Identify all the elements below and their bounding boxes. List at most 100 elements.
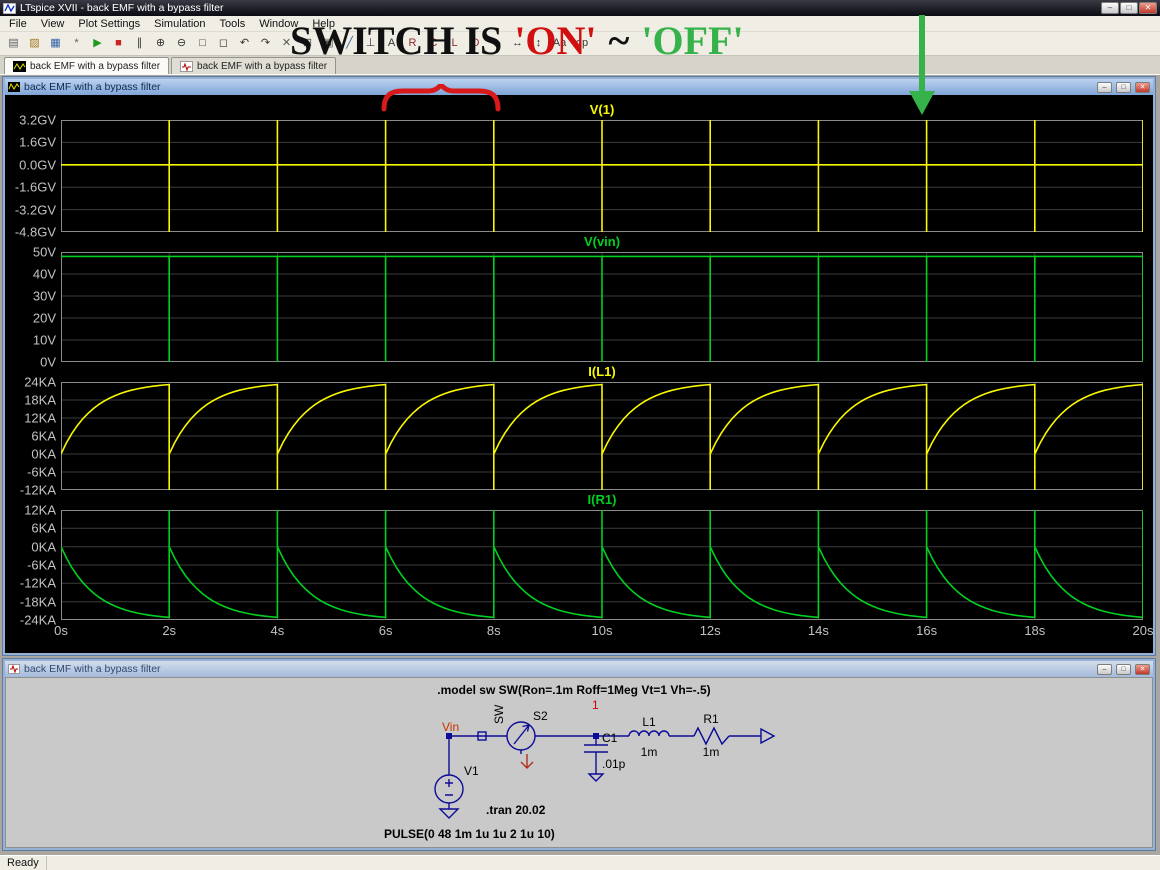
halt-icon[interactable]: ■ [108, 34, 129, 53]
y-tick: -4.8GV [14, 224, 56, 240]
new-schematic-icon[interactable]: ▤ [3, 34, 24, 53]
resistor-value-label[interactable]: 1m [703, 745, 720, 759]
pane-1: 3.2GV 1.6GV 0.0GV -1.6GV -3.2GV -4.8GV [5, 113, 1153, 240]
zoom-full-icon[interactable]: ◻ [213, 34, 234, 53]
schematic-canvas[interactable]: .model sw SW(Ron=.1m Roff=1Meg Vt=1 Vh=-… [6, 678, 1154, 849]
capacitor-name-label[interactable]: C1 [602, 731, 618, 745]
ground-icon[interactable]: ⊥ [360, 34, 381, 53]
waveform-minimize-button[interactable]: – [1097, 81, 1112, 93]
inductor-icon[interactable]: L [444, 34, 465, 53]
capacitor-value-label[interactable]: .01p [602, 757, 626, 771]
inductor-name-label[interactable]: L1 [642, 715, 656, 729]
y-axis-labels: 3.2GV 1.6GV 0.0GV -1.6GV -3.2GV -4.8GV [5, 113, 61, 240]
waveform-window-icon [8, 82, 20, 92]
net-label-vin[interactable]: Vin [442, 720, 459, 734]
status-bar: Ready [0, 855, 1160, 870]
move-icon[interactable]: ↔ [507, 34, 528, 53]
tran-directive[interactable]: .tran 20.02 [486, 803, 546, 817]
redo-icon[interactable]: ↷ [255, 34, 276, 53]
menu-item-plot-settings[interactable]: Plot Settings [71, 17, 147, 31]
y-tick: 20V [32, 310, 56, 326]
pane-plot-3[interactable] [61, 382, 1143, 490]
x-tick: 12s [699, 623, 721, 638]
component-icon[interactable]: ◇ [486, 34, 507, 53]
waveform-maximize-button[interactable]: □ [1116, 81, 1131, 93]
schematic-close-button[interactable]: ✕ [1135, 663, 1150, 675]
tab-bar: back EMF with a bypass filter back EMF w… [0, 56, 1160, 75]
capacitor-symbol[interactable] [584, 744, 608, 753]
pane-title-4[interactable]: I(R1) [61, 490, 1143, 510]
cut-icon[interactable]: ✕ [276, 34, 297, 53]
pulse-directive[interactable]: PULSE(0 48 1m 1u 1u 2 1u 10) [384, 827, 555, 841]
save-icon[interactable]: ▦ [45, 34, 66, 53]
pane-title-2[interactable]: V(vin) [61, 232, 1143, 252]
inductor-symbol[interactable] [628, 730, 670, 737]
y-tick: 6KA [31, 428, 56, 444]
tab-schematic[interactable]: back EMF with a bypass filter [171, 57, 337, 74]
schematic-minimize-button[interactable]: – [1097, 663, 1112, 675]
switch-type-label[interactable]: SW [492, 704, 506, 724]
y-tick: 1.6GV [19, 134, 56, 150]
capacitor-icon[interactable]: C [423, 34, 444, 53]
y-tick: 40V [32, 266, 56, 282]
inductor-value-label[interactable]: 1m [641, 745, 658, 759]
resistor-icon[interactable]: R [402, 34, 423, 53]
schematic-window-titlebar[interactable]: back EMF with a bypass filter – □ ✕ [5, 661, 1153, 677]
voltage-source-symbol[interactable] [434, 774, 464, 804]
pane-2: 50V 40V 30V 20V 10V 0V [5, 245, 1153, 370]
open-file-icon[interactable]: ▨ [24, 34, 45, 53]
menu-item-file[interactable]: File [2, 17, 34, 31]
pane-title-1[interactable]: V(1) [61, 100, 1143, 120]
net-label-icon[interactable]: A [381, 34, 402, 53]
paste-icon[interactable]: ▣ [318, 34, 339, 53]
menu-item-simulation[interactable]: Simulation [147, 17, 212, 31]
switch-name-label[interactable]: S2 [533, 709, 548, 723]
pane-plot-2[interactable] [61, 252, 1143, 362]
menu-item-window[interactable]: Window [252, 17, 305, 31]
run-icon[interactable]: ▶ [87, 34, 108, 53]
undo-icon[interactable]: ↶ [234, 34, 255, 53]
minimize-button[interactable]: – [1101, 2, 1119, 14]
window-controls: – □ ✕ [1101, 2, 1157, 14]
source-name-label[interactable]: V1 [464, 764, 479, 778]
control-panel-icon[interactable]: * [66, 34, 87, 53]
menu-item-view[interactable]: View [34, 17, 72, 31]
maximize-button[interactable]: □ [1120, 2, 1138, 14]
pane-plot-1[interactable] [61, 120, 1143, 232]
pane-title-3[interactable]: I(L1) [61, 362, 1143, 382]
schematic-maximize-button[interactable]: □ [1116, 663, 1131, 675]
zoom-out-icon[interactable]: ⊖ [171, 34, 192, 53]
close-button[interactable]: ✕ [1139, 2, 1157, 14]
resistor-symbol[interactable] [693, 726, 730, 746]
y-tick: -1.6GV [14, 179, 56, 195]
waveform-window-titlebar[interactable]: back EMF with a bypass filter – □ ✕ [5, 79, 1153, 95]
menu-item-help[interactable]: Help [305, 17, 342, 31]
tab-waveform[interactable]: back EMF with a bypass filter [4, 57, 170, 74]
spice-directive-icon[interactable]: .op [570, 34, 591, 53]
pane-plot-4[interactable] [61, 510, 1143, 620]
schematic-window-icon [8, 664, 20, 674]
waveform-close-button[interactable]: ✕ [1135, 81, 1150, 93]
y-tick: 18KA [24, 392, 56, 408]
menu-item-tools[interactable]: Tools [213, 17, 253, 31]
waveform-plot-area[interactable]: V(1) 3.2GV 1.6GV 0.0GV -1.6GV -3.2GV -4.8GV V(v… [5, 95, 1153, 653]
zoom-area-icon[interactable]: □ [192, 34, 213, 53]
copy-icon[interactable]: ⊞ [297, 34, 318, 53]
wire-icon[interactable]: ╱ [339, 34, 360, 53]
drag-icon[interactable]: ↕ [528, 34, 549, 53]
waveform-panes: V(1) 3.2GV 1.6GV 0.0GV -1.6GV -3.2GV -4.8GV V(v… [5, 100, 1153, 628]
diode-icon[interactable]: D [465, 34, 486, 53]
zoom-in-icon[interactable]: ⊕ [150, 34, 171, 53]
y-tick: 10V [32, 332, 56, 348]
switch-symbol[interactable] [506, 721, 536, 754]
node-label-1[interactable]: 1 [592, 698, 599, 712]
pause-icon[interactable]: ∥ [129, 34, 150, 53]
text-icon[interactable]: Aa [549, 34, 570, 53]
resistor-name-label[interactable]: R1 [703, 712, 719, 726]
schematic-canvas-area[interactable]: .model sw SW(Ron=.1m Roff=1Meg Vt=1 Vh=-… [5, 677, 1153, 848]
y-tick: 0.0GV [19, 157, 56, 173]
y-axis-labels: 50V 40V 30V 20V 10V 0V [5, 245, 61, 370]
model-directive[interactable]: .model sw SW(Ron=.1m Roff=1Meg Vt=1 Vh=-… [437, 683, 710, 697]
schematic-window-title: back EMF with a bypass filter [24, 663, 161, 675]
junction-dot [593, 733, 599, 739]
